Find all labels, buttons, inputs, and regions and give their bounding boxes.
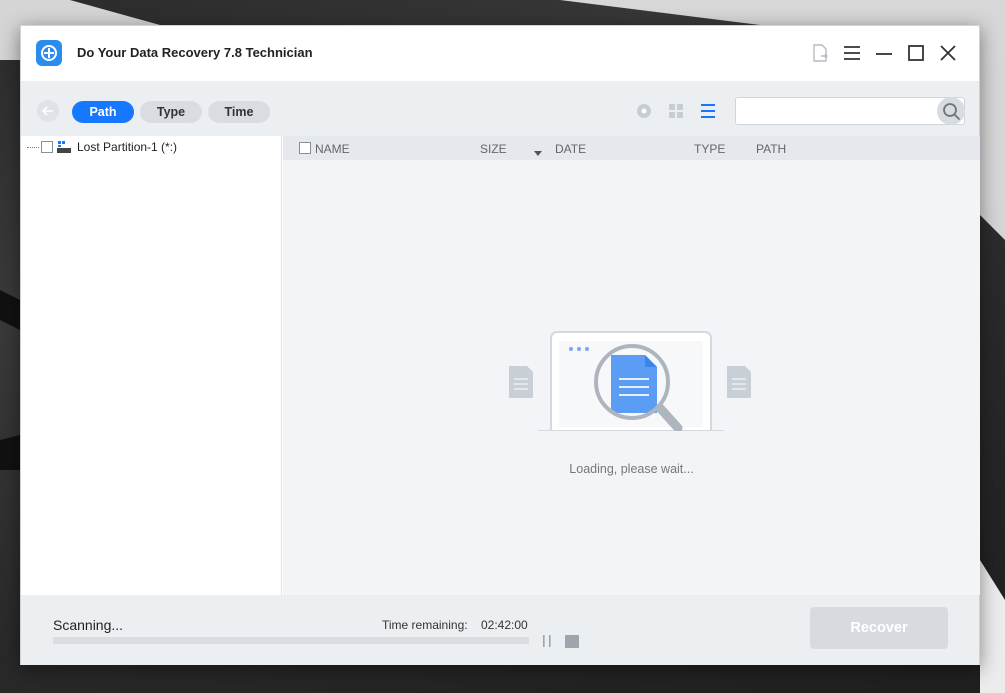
back-arrow-icon[interactable] xyxy=(37,100,59,122)
recover-button[interactable]: Recover xyxy=(810,607,948,649)
tree-item-checkbox[interactable] xyxy=(41,141,53,153)
tab-type[interactable]: Type xyxy=(140,101,202,123)
drive-icon xyxy=(57,141,71,153)
time-remaining-value: 02:42:00 xyxy=(481,618,528,632)
column-type[interactable]: TYPE xyxy=(694,142,725,156)
close-icon[interactable] xyxy=(937,42,959,64)
tab-path[interactable]: Path xyxy=(72,101,134,123)
grid-view-icon[interactable] xyxy=(667,102,685,120)
tree-item-lost-partition[interactable]: Lost Partition-1 (*:) xyxy=(27,139,177,155)
file-list-pane: NAME SIZE DATE TYPE PATH Loading, please… xyxy=(283,136,980,595)
column-path[interactable]: PATH xyxy=(756,142,786,156)
stop-icon[interactable] xyxy=(565,635,579,648)
loading-illustration xyxy=(509,331,751,431)
pause-icon[interactable] xyxy=(540,634,554,648)
maximize-icon[interactable] xyxy=(905,42,927,64)
window-title: Do Your Data Recovery 7.8 Technician xyxy=(77,45,313,60)
tree-item-label: Lost Partition-1 (*:) xyxy=(77,140,178,154)
search-input[interactable] xyxy=(736,98,931,124)
partition-tree: Lost Partition-1 (*:) xyxy=(21,136,282,595)
column-size[interactable]: SIZE xyxy=(480,142,507,156)
search-box xyxy=(735,97,965,125)
scanning-status: Scanning... xyxy=(53,617,124,633)
tab-time[interactable]: Time xyxy=(208,101,270,123)
app-window: Do Your Data Recovery 7.8 Technician Pat… xyxy=(20,25,980,665)
search-icon[interactable] xyxy=(937,97,965,125)
title-bar: Do Your Data Recovery 7.8 Technician xyxy=(21,26,979,81)
export-file-icon[interactable] xyxy=(809,42,831,64)
column-date[interactable]: DATE xyxy=(555,142,586,156)
loading-text: Loading, please wait... xyxy=(569,462,694,476)
column-header: NAME SIZE DATE TYPE PATH xyxy=(283,136,980,160)
minimize-icon[interactable] xyxy=(873,42,895,64)
column-name[interactable]: NAME xyxy=(315,142,350,156)
preview-eye-icon[interactable] xyxy=(635,102,653,120)
sort-desc-icon xyxy=(534,145,542,159)
time-remaining-label: Time remaining: xyxy=(382,618,468,632)
scan-progress-bar xyxy=(53,637,529,644)
select-all-checkbox[interactable] xyxy=(299,142,311,154)
menu-icon[interactable] xyxy=(841,42,863,64)
status-bar: Scanning... Time remaining: 02:42:00 Rec… xyxy=(21,595,979,665)
toolbar: Path Type Time xyxy=(21,81,979,136)
app-logo-icon xyxy=(36,40,62,66)
list-view-icon[interactable] xyxy=(699,102,717,120)
tree-connector xyxy=(27,146,39,148)
